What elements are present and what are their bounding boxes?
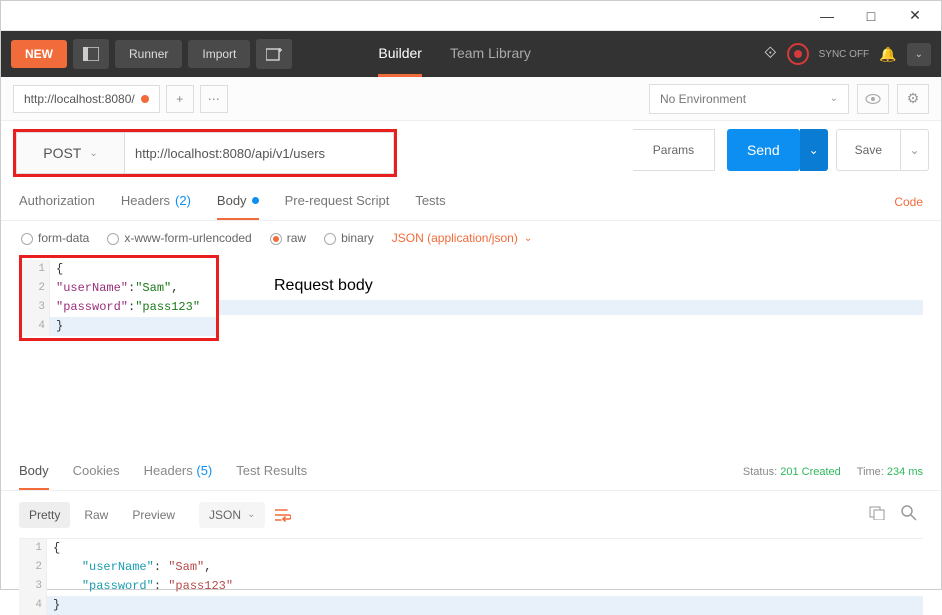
- request-body-editor[interactable]: 1{ 2"userName":"Sam", 3"password":"pass1…: [19, 255, 923, 341]
- resp-tab-cookies[interactable]: Cookies: [73, 463, 120, 490]
- interceptor-icon[interactable]: ⟐: [764, 45, 777, 63]
- save-button[interactable]: Save: [836, 129, 901, 171]
- request-url-input[interactable]: http://localhost:8080/api/v1/users: [124, 132, 394, 174]
- new-window-button[interactable]: [256, 39, 292, 69]
- search-response-button[interactable]: [895, 501, 923, 528]
- tab-authorization[interactable]: Authorization: [19, 193, 95, 220]
- radio-x-www-form[interactable]: x-www-form-urlencoded: [107, 231, 251, 245]
- request-subtabs: Authorization Headers (2) Body Pre-reque…: [1, 185, 941, 221]
- tab-team-library[interactable]: Team Library: [450, 31, 531, 77]
- request-bar: POST ⌄ http://localhost:8080/api/v1/user…: [1, 121, 941, 185]
- body-label: Body: [217, 193, 247, 208]
- content-type-select[interactable]: JSON (application/json) ⌄: [392, 231, 532, 245]
- unsaved-dot-icon: [141, 95, 149, 103]
- content-type-label: JSON (application/json): [392, 231, 518, 245]
- resp-tab-tests[interactable]: Test Results: [236, 463, 307, 490]
- window-maximize[interactable]: □: [849, 2, 893, 30]
- main-tabs: Builder Team Library: [378, 31, 531, 77]
- response-body-editor[interactable]: 1{ 2 "userName": "Sam", 3 "password": "p…: [19, 538, 923, 615]
- view-raw[interactable]: Raw: [74, 502, 118, 528]
- method-url-highlight: POST ⌄ http://localhost:8080/api/v1/user…: [13, 129, 397, 177]
- tab-prerequest[interactable]: Pre-request Script: [285, 193, 390, 220]
- resp-headers-label: Headers: [144, 463, 193, 478]
- tab-menu-button[interactable]: ⋯: [200, 85, 228, 113]
- view-preview[interactable]: Preview: [122, 502, 185, 528]
- env-settings-button[interactable]: ⚙: [897, 84, 929, 114]
- body-type-row: form-data x-www-form-urlencoded raw bina…: [1, 221, 941, 255]
- new-window-icon: [266, 47, 282, 61]
- radio-form-data[interactable]: form-data: [21, 231, 89, 245]
- send-menu-button[interactable]: ⌄: [800, 129, 828, 171]
- toggle-sidebar-button[interactable]: [73, 39, 109, 69]
- wrap-lines-button[interactable]: [269, 502, 297, 528]
- headers-label: Headers: [121, 193, 170, 208]
- tab-builder[interactable]: Builder: [378, 31, 422, 77]
- new-tab-button[interactable]: +: [166, 85, 194, 113]
- response-status: Status: 201 Created Time: 234 ms: [743, 466, 923, 488]
- chevron-down-icon: ⌄: [830, 93, 838, 104]
- new-button[interactable]: NEW: [11, 40, 67, 68]
- resp-tab-body[interactable]: Body: [19, 463, 49, 490]
- wrap-icon: [275, 508, 291, 522]
- http-method-label: POST: [43, 145, 81, 161]
- sidebar-icon: [83, 47, 99, 61]
- response-format-select[interactable]: JSON ⌄: [199, 502, 265, 528]
- request-body-annotation: Request body: [274, 277, 373, 295]
- resp-headers-count: (5): [196, 463, 212, 478]
- request-tabs-row: http://localhost:8080/ + ⋯ No Environmen…: [1, 77, 941, 121]
- http-method-select[interactable]: POST ⌄: [16, 132, 124, 174]
- copy-response-button[interactable]: [863, 502, 891, 527]
- body-indicator-dot: [252, 197, 259, 204]
- params-button[interactable]: Params: [633, 129, 715, 171]
- radio-binary[interactable]: binary: [324, 231, 374, 245]
- gear-icon: ⚙: [907, 90, 920, 107]
- window-close[interactable]: ✕: [893, 2, 937, 30]
- tab-headers[interactable]: Headers (2): [121, 193, 191, 220]
- window-minimize[interactable]: —: [805, 2, 849, 30]
- import-button[interactable]: Import: [188, 40, 250, 68]
- environment-select[interactable]: No Environment ⌄: [649, 84, 849, 114]
- search-icon: [901, 505, 917, 521]
- radio-raw[interactable]: raw: [270, 231, 306, 245]
- response-format-label: JSON: [209, 508, 241, 522]
- chevron-down-icon: ⌄: [89, 148, 97, 159]
- env-quicklook-button[interactable]: [857, 84, 889, 114]
- response-tabs: Body Cookies Headers (5) Test Results St…: [1, 451, 941, 491]
- tab-tests[interactable]: Tests: [415, 193, 445, 220]
- request-tab-label: http://localhost:8080/: [24, 92, 135, 106]
- eye-icon: [865, 93, 881, 105]
- window-titlebar: — □ ✕: [1, 1, 941, 31]
- tab-body[interactable]: Body: [217, 193, 259, 220]
- headers-count: (2): [175, 193, 191, 208]
- response-toolbar: Pretty Raw Preview JSON ⌄: [1, 491, 941, 538]
- chevron-down-icon: ⌄: [247, 509, 255, 520]
- sync-status-icon[interactable]: [787, 43, 809, 65]
- request-body-highlight: 1{ 2"userName":"Sam", 3"password":"pass1…: [19, 255, 219, 341]
- send-button[interactable]: Send: [727, 129, 800, 171]
- code-link[interactable]: Code: [894, 195, 923, 219]
- runner-button[interactable]: Runner: [115, 40, 182, 68]
- notifications-icon[interactable]: 🔔: [879, 46, 896, 63]
- sync-status-label: SYNC OFF: [819, 49, 870, 60]
- chevron-down-icon: ⌄: [524, 233, 532, 244]
- request-tab[interactable]: http://localhost:8080/: [13, 85, 160, 113]
- app-toolbar: NEW Runner Import Builder Team Library ⟐…: [1, 31, 941, 77]
- view-pretty[interactable]: Pretty: [19, 502, 70, 528]
- environment-label: No Environment: [660, 92, 746, 106]
- save-menu-button[interactable]: ⌄: [901, 129, 929, 171]
- copy-icon: [869, 506, 885, 520]
- resp-tab-headers[interactable]: Headers (5): [144, 463, 213, 490]
- app-menu-chevron[interactable]: ⌄: [907, 43, 931, 66]
